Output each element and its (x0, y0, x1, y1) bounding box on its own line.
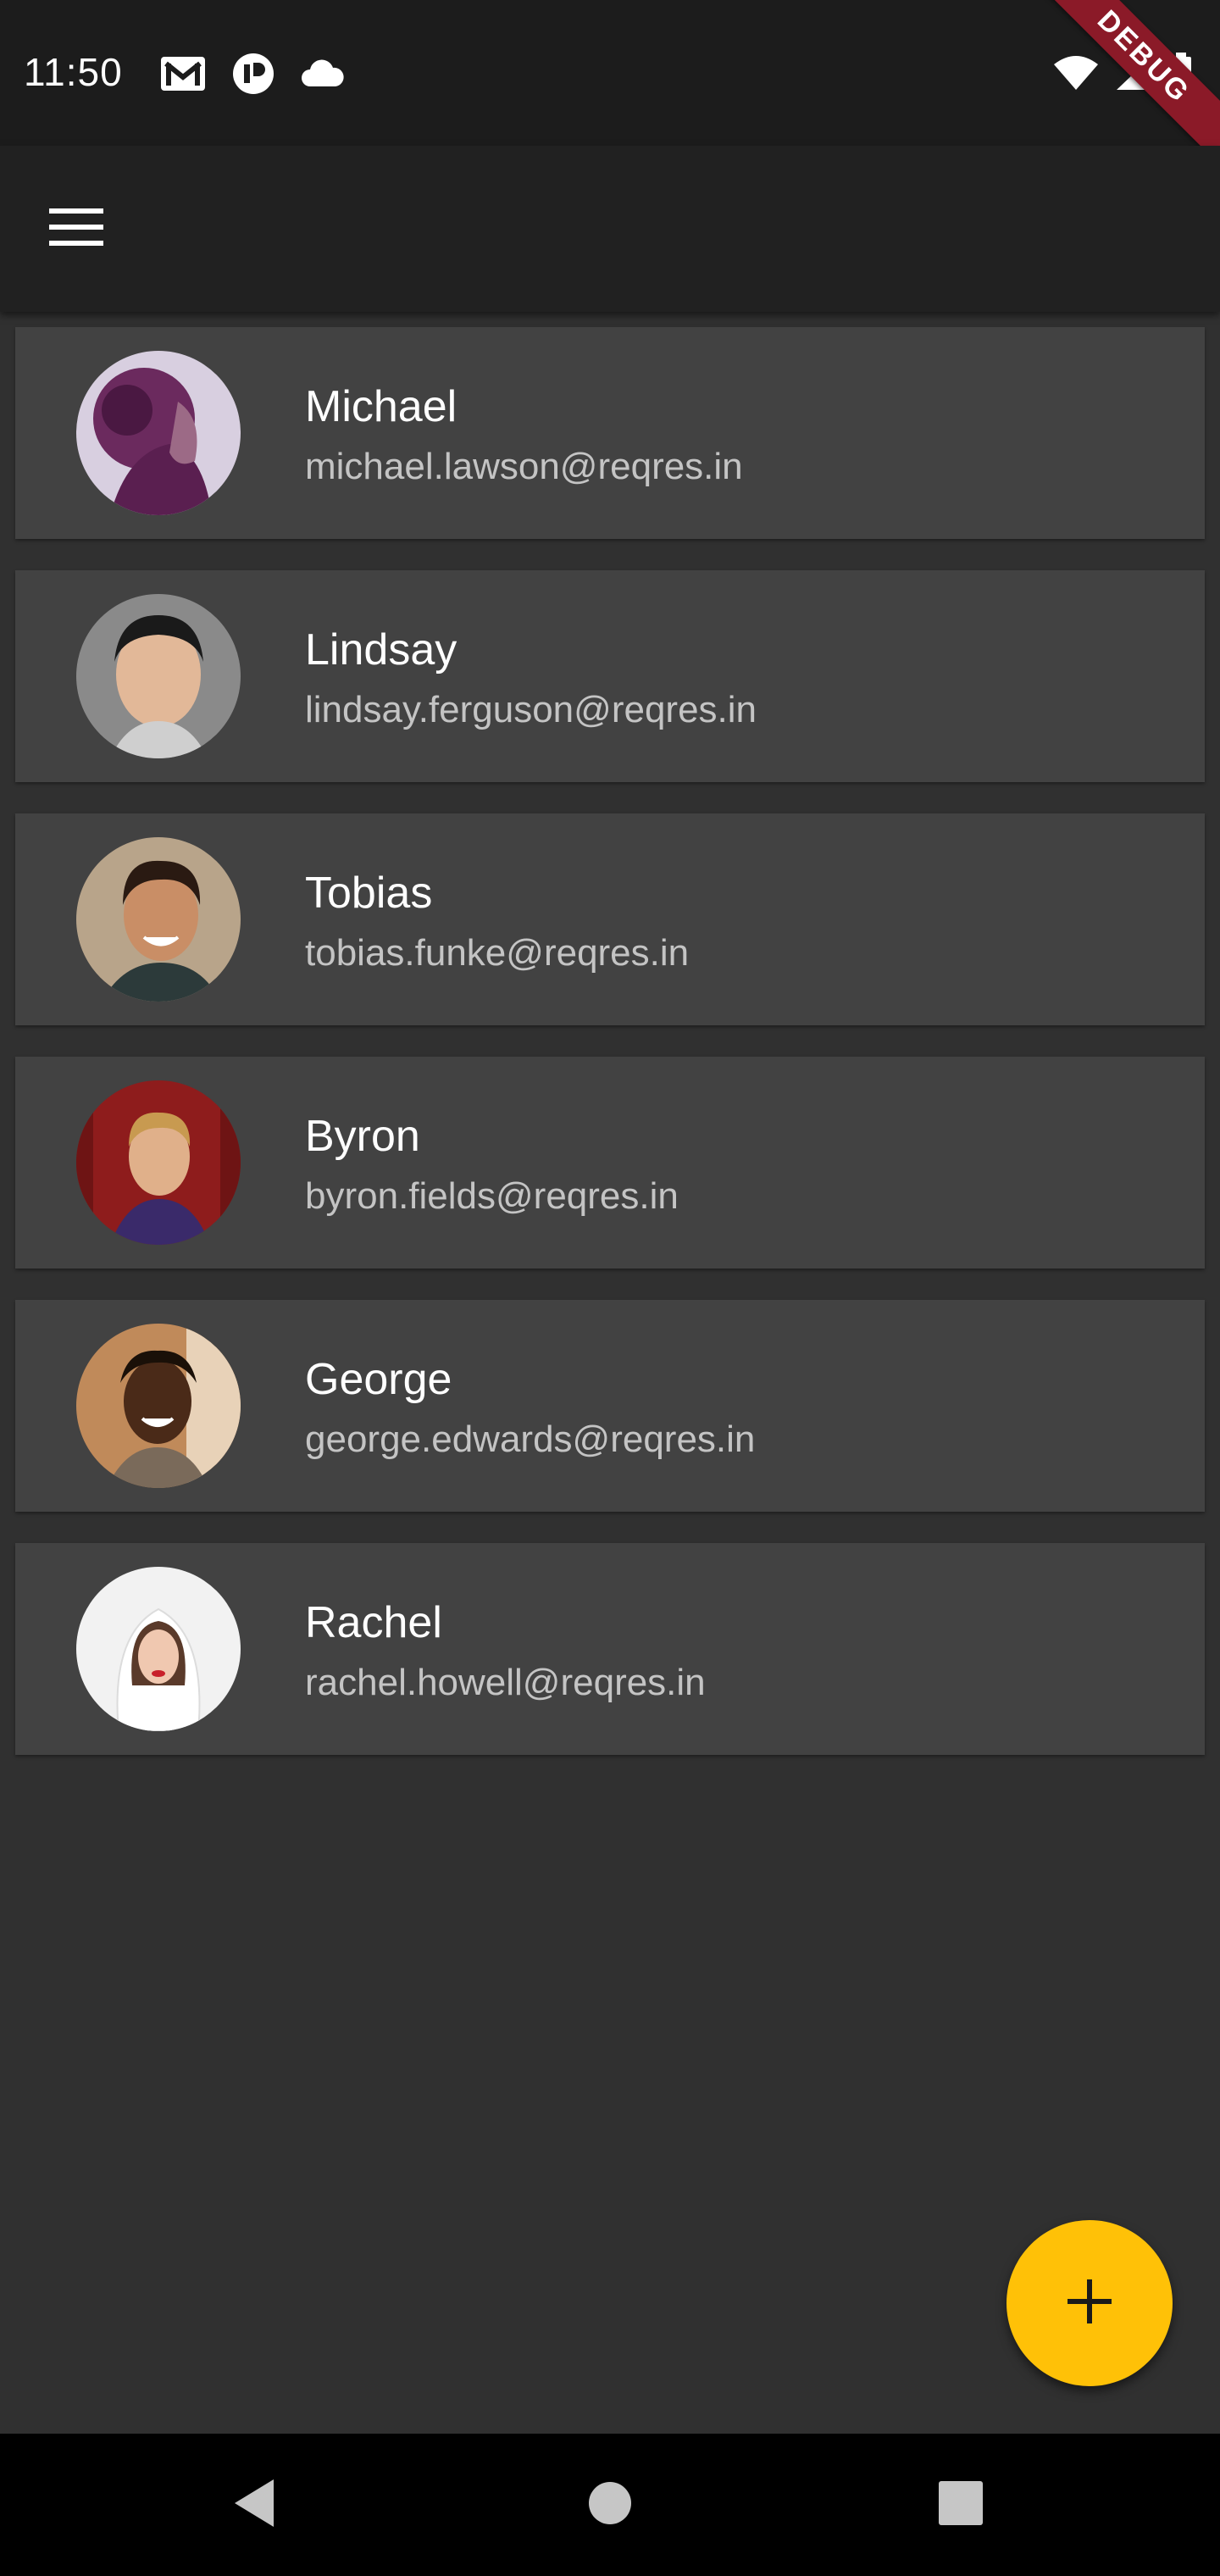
user-card-michael[interactable]: Michael michael.lawson@reqres.in (15, 327, 1205, 539)
user-email: rachel.howell@reqres.in (305, 1662, 706, 1703)
status-icons-left (159, 53, 346, 99)
cloud-icon (300, 59, 346, 92)
user-email: byron.fields@reqres.in (305, 1175, 679, 1217)
wifi-icon (1052, 54, 1100, 96)
user-card-george[interactable]: George george.edwards@reqres.in (15, 1300, 1205, 1512)
back-button[interactable] (215, 2466, 293, 2544)
gmail-icon (159, 55, 207, 97)
avatar (76, 351, 241, 515)
user-email: michael.lawson@reqres.in (305, 446, 743, 487)
navigation-bar (0, 2434, 1220, 2576)
user-list: Michael michael.lawson@reqres.in Lindsay… (15, 327, 1205, 1786)
user-email: george.edwards@reqres.in (305, 1418, 756, 1460)
avatar (76, 1567, 241, 1731)
recents-button[interactable] (922, 2466, 1000, 2544)
user-card-rachel[interactable]: Rachel rachel.howell@reqres.in (15, 1543, 1205, 1755)
status-time: 11:50 (24, 50, 123, 94)
user-name: George (305, 1355, 452, 1404)
avatar (76, 1080, 241, 1245)
app-bar (0, 146, 1220, 312)
user-name: Byron (305, 1112, 420, 1161)
home-icon (587, 2480, 633, 2530)
user-name: Michael (305, 382, 458, 431)
menu-icon (49, 207, 103, 252)
user-email: lindsay.ferguson@reqres.in (305, 689, 757, 730)
user-name: Lindsay (305, 625, 458, 675)
menu-button[interactable] (34, 186, 119, 271)
recents-icon (938, 2480, 984, 2530)
avatar (76, 1324, 241, 1488)
user-card-tobias[interactable]: Tobias tobias.funke@reqres.in (15, 813, 1205, 1025)
user-card-lindsay[interactable]: Lindsay lindsay.ferguson@reqres.in (15, 570, 1205, 782)
home-button[interactable] (571, 2466, 649, 2544)
add-user-button[interactable] (1006, 2220, 1173, 2386)
screen: 11:50 DEBUG Michael michael.lawson@reqre… (0, 0, 1220, 2576)
avatar (76, 594, 241, 758)
user-email: tobias.funke@reqres.in (305, 932, 690, 974)
user-card-byron[interactable]: Byron byron.fields@reqres.in (15, 1057, 1205, 1269)
status-bar: 11:50 DEBUG (0, 0, 1220, 164)
user-name: Tobias (305, 869, 433, 918)
avatar (76, 837, 241, 1002)
plus-icon (1068, 2279, 1112, 2328)
back-icon (231, 2478, 277, 2533)
app-icon (232, 53, 274, 99)
user-name: Rachel (305, 1598, 442, 1647)
